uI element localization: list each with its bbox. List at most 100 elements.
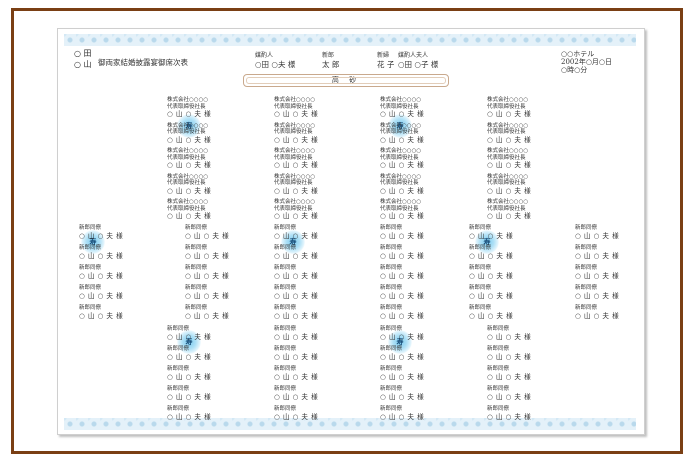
guest-name: ○ 山 ○ 夫 様 bbox=[575, 271, 620, 280]
guest-entry: 新郎同僚 ○ 山 ○ 夫 様 bbox=[167, 366, 211, 381]
guest-entry: 新郎同僚 ○ 山 ○ 夫 様 bbox=[487, 386, 531, 401]
guest-affiliation: 株式会社○○○○ bbox=[487, 199, 529, 205]
guest-entry: 新郎同僚 ○ 山 ○ 夫 様 bbox=[185, 285, 229, 300]
guest-name: ○ 山 ○ 夫 様 bbox=[380, 251, 425, 260]
guest-name: ○ 山 ○ 夫 様 bbox=[380, 231, 425, 240]
chart-title: 御両家結婚披露宴御席次表 bbox=[98, 58, 188, 67]
guest-entry: 新郎同僚 ○ 山 ○ 夫 様 bbox=[380, 285, 424, 300]
guest-entry: 新郎同僚 ○ 山 ○ 夫 様 bbox=[79, 245, 123, 260]
guest-entry: 株式会社○○○○ 代表取締役社長 ○ 山 ○ 夫 様 bbox=[274, 199, 318, 220]
guest-name: ○ 山 ○ 夫 様 bbox=[380, 291, 425, 300]
guest-entry: 株式会社○○○○ 代表取締役社長 ○ 山 ○ 夫 様 bbox=[274, 97, 318, 118]
matchmaker-label: 媒酌人 bbox=[255, 52, 274, 59]
guest-name: ○ 山 ○ 夫 様 bbox=[380, 311, 425, 320]
guest-entry: 新郎同僚 ○ 山 ○ 夫 様 bbox=[274, 305, 318, 320]
guest-name: ○ 山 ○ 夫 様 bbox=[575, 291, 620, 300]
guest-name: ○ 山 ○ 夫 様 bbox=[167, 135, 212, 144]
guest-name: ○ 山 ○ 夫 様 bbox=[274, 291, 319, 300]
guest-name: ○ 山 ○ 夫 様 bbox=[185, 311, 230, 320]
guest-entry: 株式会社○○○○ 代表取締役社長 ○ 山 ○ 夫 様 bbox=[167, 123, 211, 144]
guest-entry: 新郎同僚 ○ 山 ○ 夫 様 bbox=[380, 305, 424, 320]
guest-entry: 新郎同僚 ○ 山 ○ 夫 様 bbox=[274, 346, 318, 361]
guest-affiliation: 株式会社○○○○ bbox=[274, 199, 316, 205]
guest-entry: 株式会社○○○○ 代表取締役社長 ○ 山 ○ 夫 様 bbox=[380, 199, 424, 220]
guest-name: ○ 山 ○ 夫 様 bbox=[380, 352, 425, 361]
guest-name: ○ 山 ○ 夫 様 bbox=[575, 251, 620, 260]
groom-label: 新郎 bbox=[322, 52, 335, 59]
matchmaker-wife-name: ○田 ○子 様 bbox=[398, 60, 439, 69]
guest-entry: 新郎同僚 ○ 山 ○ 夫 様 bbox=[380, 326, 424, 341]
guest-name: ○ 山 ○ 夫 様 bbox=[380, 186, 425, 195]
guest-entry: 株式会社○○○○ 代表取締役社長 ○ 山 ○ 夫 様 bbox=[274, 174, 318, 195]
guest-title: 代表取締役社長 bbox=[380, 180, 419, 186]
guest-name: ○ 山 ○ 夫 様 bbox=[185, 291, 230, 300]
decorative-band-top bbox=[64, 34, 636, 46]
guest-entry: 新郎同僚 ○ 山 ○ 夫 様 bbox=[274, 225, 318, 240]
guest-entry: 新郎同僚 ○ 山 ○ 夫 様 bbox=[167, 346, 211, 361]
guest-name: ○ 山 ○ 夫 様 bbox=[274, 412, 319, 421]
guest-entry: 新郎同僚 ○ 山 ○ 夫 様 bbox=[487, 346, 531, 361]
guest-name: ○ 山 ○ 夫 様 bbox=[167, 186, 212, 195]
guest-name: ○ 山 ○ 夫 様 bbox=[274, 186, 319, 195]
guest-name: ○ 山 ○ 夫 様 bbox=[185, 251, 230, 260]
guest-entry: 新郎同僚 ○ 山 ○ 夫 様 bbox=[274, 326, 318, 341]
venue-name: ○○ホテル bbox=[561, 50, 595, 58]
guest-name: ○ 山 ○ 夫 様 bbox=[167, 212, 212, 220]
guest-name: ○ 山 ○ 夫 様 bbox=[274, 251, 319, 260]
guest-entry: 株式会社○○○○ 代表取締役社長 ○ 山 ○ 夫 様 bbox=[167, 174, 211, 195]
guest-entry: 株式会社○○○○ 代表取締役社長 ○ 山 ○ 夫 様 bbox=[167, 148, 211, 169]
family-name-2: ○ 山 bbox=[74, 60, 92, 69]
event-time: ○時○分 bbox=[561, 66, 588, 74]
guest-entry: 新郎同僚 ○ 山 ○ 夫 様 bbox=[185, 245, 229, 260]
guest-entry: 新郎同僚 ○ 山 ○ 夫 様 bbox=[575, 245, 619, 260]
decorative-band-bottom bbox=[64, 418, 636, 430]
guest-name: ○ 山 ○ 夫 様 bbox=[487, 212, 532, 220]
guest-entry: 新郎同僚 ○ 山 ○ 夫 様 bbox=[380, 406, 424, 421]
guest-name: ○ 山 ○ 夫 様 bbox=[79, 231, 124, 240]
guest-name: ○ 山 ○ 夫 様 bbox=[274, 135, 319, 144]
guest-entry: 新郎同僚 ○ 山 ○ 夫 様 bbox=[469, 285, 513, 300]
guest-entry: 株式会社○○○○ 代表取締役社長 ○ 山 ○ 夫 様 bbox=[274, 148, 318, 169]
guest-entry: 新郎同僚 ○ 山 ○ 夫 様 bbox=[79, 225, 123, 240]
guest-entry: 新郎同僚 ○ 山 ○ 夫 様 bbox=[274, 285, 318, 300]
head-table: 高 砂 bbox=[243, 74, 449, 87]
guest-entry: 株式会社○○○○ 代表取締役社長 ○ 山 ○ 夫 様 bbox=[487, 123, 531, 144]
guest-affiliation: 株式会社○○○○ bbox=[167, 97, 209, 103]
guest-entry: 新郎同僚 ○ 山 ○ 夫 様 bbox=[380, 225, 424, 240]
matchmaker-wife-header: 媒酌人夫人 ○田 ○子 様 bbox=[398, 51, 438, 70]
guest-name: ○ 山 ○ 夫 様 bbox=[274, 332, 319, 341]
guest-entry: 株式会社○○○○ 代表取締役社長 ○ 山 ○ 夫 様 bbox=[380, 148, 424, 169]
guest-entry: 新郎同僚 ○ 山 ○ 夫 様 bbox=[380, 346, 424, 361]
guest-name: ○ 山 ○ 夫 様 bbox=[185, 271, 230, 280]
event-date: 2002年○月○日 bbox=[561, 58, 613, 66]
guest-affiliation: 株式会社○○○○ bbox=[380, 199, 422, 205]
guest-entry: 新郎同僚 ○ 山 ○ 夫 様 bbox=[380, 265, 424, 280]
family-names: ○ 田 ○ 山 御両家結婚披露宴御席次表 bbox=[74, 48, 188, 70]
guest-entry: 株式会社○○○○ 代表取締役社長 ○ 山 ○ 夫 様 bbox=[487, 199, 531, 220]
guest-name: ○ 山 ○ 夫 様 bbox=[575, 311, 620, 320]
guest-name: ○ 山 ○ 夫 様 bbox=[487, 392, 532, 401]
guest-entry: 新郎同僚 ○ 山 ○ 夫 様 bbox=[167, 326, 211, 341]
guest-name: ○ 山 ○ 夫 様 bbox=[380, 332, 425, 341]
guest-name: ○ 山 ○ 夫 様 bbox=[79, 251, 124, 260]
guest-name: ○ 山 ○ 夫 様 bbox=[79, 291, 124, 300]
guest-name: ○ 山 ○ 夫 様 bbox=[185, 231, 230, 240]
guest-entry: 株式会社○○○○ 代表取締役社長 ○ 山 ○ 夫 様 bbox=[487, 174, 531, 195]
guest-entry: 新郎同僚 ○ 山 ○ 夫 様 bbox=[469, 265, 513, 280]
guest-name: ○ 山 ○ 夫 様 bbox=[167, 372, 212, 381]
guest-title: 代表取締役社長 bbox=[274, 180, 313, 186]
guest-name: ○ 山 ○ 夫 様 bbox=[167, 110, 212, 118]
guest-entry: 新郎同僚 ○ 山 ○ 夫 様 bbox=[487, 326, 531, 341]
guest-name: ○ 山 ○ 夫 様 bbox=[274, 311, 319, 320]
guest-entry: 新郎同僚 ○ 山 ○ 夫 様 bbox=[380, 245, 424, 260]
guest-entry: 新郎同僚 ○ 山 ○ 夫 様 bbox=[575, 225, 619, 240]
guest-entry: 新郎同僚 ○ 山 ○ 夫 様 bbox=[274, 366, 318, 381]
guest-title: 代表取締役社長 bbox=[380, 129, 419, 135]
guest-name: ○ 山 ○ 夫 様 bbox=[487, 161, 532, 169]
guest-name: ○ 山 ○ 夫 様 bbox=[469, 231, 514, 240]
guest-entry: 株式会社○○○○ 代表取締役社長 ○ 山 ○ 夫 様 bbox=[487, 148, 531, 169]
guest-name: ○ 山 ○ 夫 様 bbox=[380, 412, 425, 421]
guest-affiliation: 株式会社○○○○ bbox=[274, 97, 316, 103]
bride-label: 新婦 bbox=[377, 52, 390, 59]
guest-entry: 株式会社○○○○ 代表取締役社長 ○ 山 ○ 夫 様 bbox=[274, 123, 318, 144]
